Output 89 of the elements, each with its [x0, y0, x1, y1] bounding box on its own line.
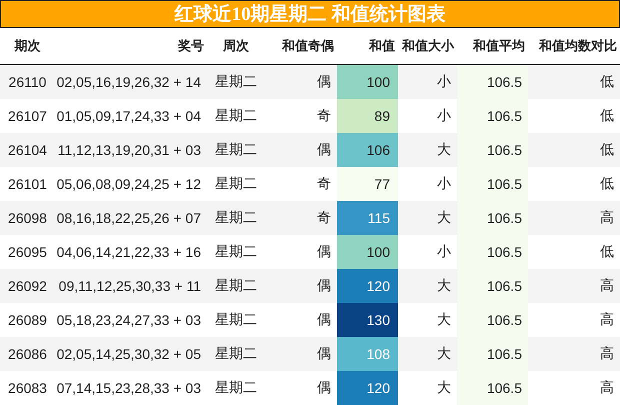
table-cell-text: 小: [436, 72, 452, 91]
sum-cell: 120: [337, 269, 398, 303]
sum-cell: 115: [337, 201, 398, 235]
column-header: 和值大小: [400, 37, 456, 55]
table-cell-text: 小: [436, 106, 452, 125]
table-cell-text: 星期二: [214, 106, 258, 125]
table-cell-text: 星期二: [214, 344, 258, 363]
table-cell-text: 奇: [316, 174, 332, 193]
table-cell-text: 04,06,14,21,22,33 + 16: [56, 243, 202, 262]
table-cell-text: 低: [599, 106, 615, 125]
table-cell: 106.5: [457, 201, 528, 235]
table-cell-text: 星期二: [214, 276, 258, 295]
table-cell-text: 高: [599, 276, 615, 295]
table-cell-text: 大: [436, 276, 452, 295]
table-cell-text: 07,14,15,23,28,33 + 03: [56, 379, 202, 398]
table-cell-text: 大: [436, 208, 452, 227]
table-cell-text: 11,12,13,19,20,31 + 03: [56, 141, 202, 160]
column-header: 和值平均: [472, 37, 526, 55]
sum-cell: 106: [337, 133, 398, 167]
table-cell-text: 08,16,18,22,25,26 + 07: [56, 209, 202, 228]
table-cell-text: 奇: [316, 208, 332, 227]
table-cell-text: 星期二: [214, 242, 258, 261]
table-cell-text: 星期二: [214, 140, 258, 159]
table-cell: 106.5: [457, 167, 528, 201]
table-cell-text: 星期二: [214, 72, 258, 91]
table-cell-text: 低: [599, 72, 615, 91]
sum-cell: 120: [337, 371, 398, 405]
table-cell-text: 小: [436, 174, 452, 193]
table-cell-text: 01,05,09,17,24,33 + 04: [56, 107, 202, 126]
table-cell-text: 奇: [316, 106, 332, 125]
table-cell-text: 高: [599, 310, 615, 329]
table-cell-text: 26107: [7, 107, 48, 126]
table-cell-text: 星期二: [214, 208, 258, 227]
column-header: 期次: [14, 37, 42, 55]
sum-cell: 89: [337, 99, 398, 133]
table-cell-text: 26092: [7, 277, 48, 296]
sum-cell: 108: [337, 337, 398, 371]
table-cell: 106.5: [457, 235, 528, 269]
table-cell-text: 大: [436, 344, 452, 363]
table-cell: 106.5: [457, 269, 528, 303]
table-cell-text: 偶: [316, 378, 332, 397]
table-cell-text: 低: [599, 242, 615, 261]
table-cell-text: 26098: [7, 209, 48, 228]
table-cell-text: 小: [436, 242, 452, 261]
table-cell: 106.5: [457, 371, 528, 405]
column-header: 奖号: [176, 37, 205, 55]
sum-cell: 77: [337, 167, 398, 201]
table-cell: 106.5: [457, 337, 528, 371]
table-cell-text: 大: [436, 378, 452, 397]
table-cell-text: 星期二: [214, 378, 258, 397]
table-cell-text: 高: [599, 208, 615, 227]
sum-cell: 100: [337, 65, 398, 99]
table-cell-text: 26089: [7, 311, 48, 330]
table-cell-text: 星期二: [214, 310, 258, 329]
table-cell-text: 星期二: [214, 174, 258, 193]
table-cell-text: 偶: [316, 310, 332, 329]
table-cell-text: 26110: [8, 73, 48, 92]
table-cell-text: 26083: [7, 379, 48, 398]
table-cell: 106.5: [457, 99, 528, 133]
table-cell-text: 偶: [316, 140, 332, 159]
column-header: 周次: [222, 37, 250, 55]
sum-cell: 100: [337, 235, 398, 269]
column-header: 和值均数对比: [538, 37, 618, 55]
table-cell-text: 高: [599, 378, 615, 397]
table-cell-text: 26104: [7, 141, 48, 160]
table-cell-text: 05,18,23,24,27,33 + 03: [56, 311, 202, 330]
table-cell-text: 09,11,12,25,30,33 + 11: [58, 277, 202, 296]
table-cell-text: 偶: [316, 242, 332, 261]
table-cell-text: 05,06,08,09,24,25 + 12: [56, 175, 202, 194]
table-cell-text: 偶: [316, 72, 332, 91]
sum-cell: 130: [337, 303, 398, 337]
table-cell-text: 大: [436, 310, 452, 329]
table-cell-text: 偶: [316, 276, 332, 295]
column-header: 和值: [368, 37, 396, 55]
table-cell-text: 26101: [7, 175, 48, 194]
chart-title: 红球近10期星期二 和值统计图表: [0, 0, 620, 28]
table-cell: 106.5: [457, 303, 528, 337]
table-cell-text: 大: [436, 140, 452, 159]
table-cell-text: 偶: [316, 344, 332, 363]
table-cell-text: 02,05,14,25,30,32 + 05: [56, 345, 202, 364]
table-cell-text: 02,05,16,19,26,32 + 14: [56, 73, 202, 92]
column-header: 和值奇偶: [280, 37, 335, 55]
table-cell-text: 高: [599, 344, 615, 363]
table-cell: 106.5: [457, 133, 528, 167]
table-cell-text: 低: [599, 140, 615, 159]
table-cell-text: 26086: [7, 345, 48, 364]
table-cell: 106.5: [457, 65, 528, 99]
table-cell-text: 低: [599, 174, 615, 193]
table-cell-text: 26095: [7, 243, 48, 262]
